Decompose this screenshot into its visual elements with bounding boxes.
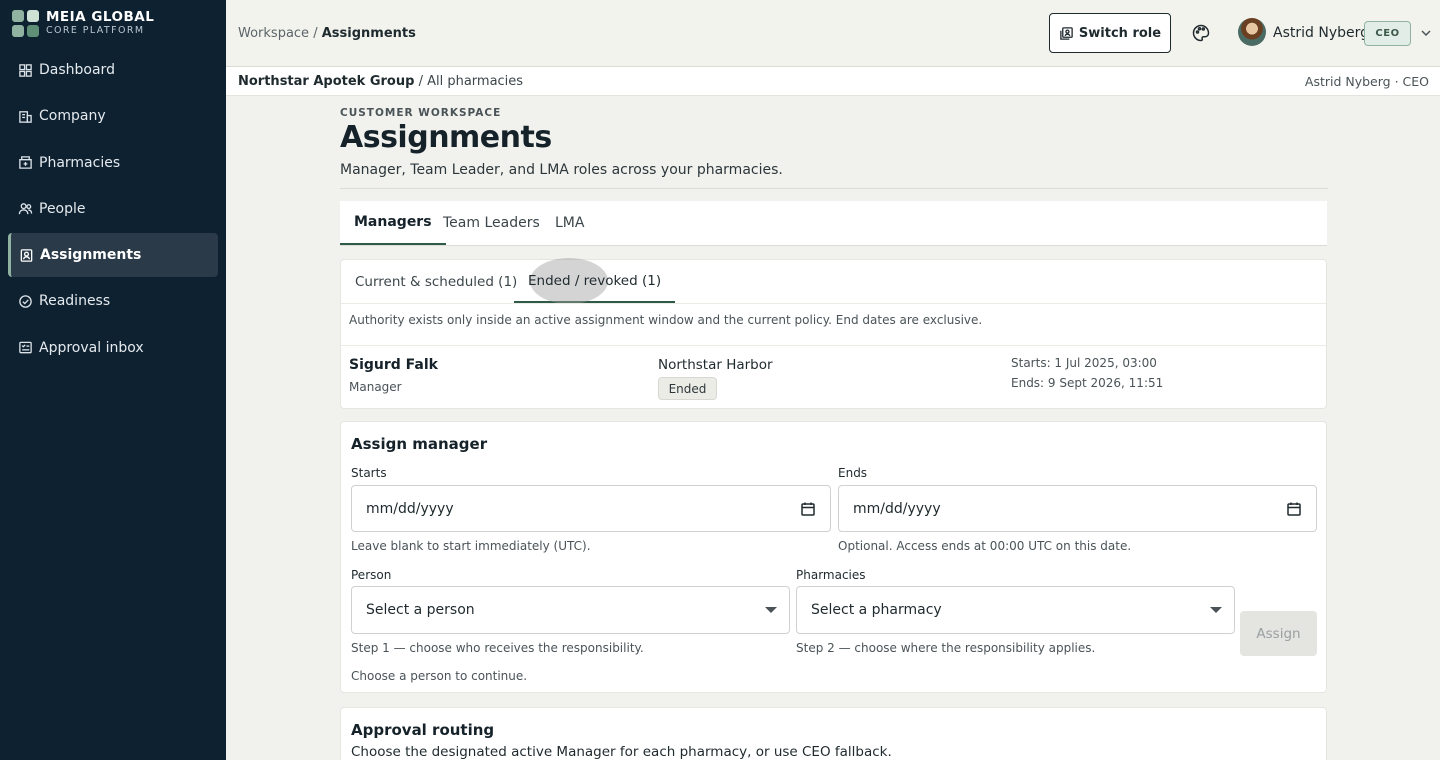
chevron-down-icon[interactable] (1419, 26, 1433, 40)
sidebar-item-assignments[interactable]: Assignments (8, 233, 218, 278)
starts-date-value: mm/dd/yyyy (366, 500, 454, 517)
approval-routing-card: Approval routing Choose the designated a… (340, 707, 1327, 760)
assign-manager-card: Assign manager Starts mm/dd/yyyy Leave b… (340, 421, 1327, 693)
badge-icon (19, 248, 34, 263)
sidebar-item-pharmacies[interactable]: Pharmacies (8, 141, 218, 185)
avatar[interactable] (1238, 18, 1266, 46)
form-status-hint: Choose a person to continue. (351, 669, 528, 683)
page-eyebrow: CUSTOMER WORKSPACE (340, 107, 502, 119)
pharmacies-label: Pharmacies (796, 568, 866, 582)
sidebar-item-label: Readiness (39, 293, 111, 310)
sidebar-item-company[interactable]: Company (8, 94, 218, 138)
brand-name: MEIA GLOBAL (46, 9, 155, 25)
sidebar-item-label: Approval inbox (39, 339, 144, 356)
assign-button[interactable]: Assign (1240, 611, 1317, 656)
role-badge: CEO (1364, 21, 1411, 46)
person-select-value: Select a person (366, 602, 475, 618)
pharmacies-hint: Step 2 — choose where the responsibility… (796, 641, 1096, 655)
sidebar-item-label: Dashboard (39, 62, 115, 78)
context-user: Astrid Nyberg · CEO (1304, 74, 1429, 89)
assignee-name[interactable]: Sigurd Falk (349, 357, 438, 373)
subtab-ended-revoked[interactable]: Ended / revoked (1) (514, 258, 676, 304)
pharmacy-select[interactable]: Select a pharmacy (796, 586, 1235, 634)
assignment-pharmacy: Northstar Harbor (658, 357, 773, 373)
ends-date-input[interactable]: mm/dd/yyyy (838, 485, 1317, 532)
brand-tagline: CORE PLATFORM (46, 25, 145, 36)
assign-manager-title: Assign manager (351, 435, 488, 453)
switch-role-icon (1060, 26, 1073, 40)
person-hint: Step 1 — choose who receives the respons… (351, 641, 644, 655)
status-badge: Ended (658, 377, 717, 400)
brand[interactable]: MEIA GLOBAL CORE PLATFORM (12, 10, 154, 37)
divider (341, 345, 1326, 346)
palette-icon[interactable] (1191, 23, 1211, 43)
user-name[interactable]: Astrid Nyberg (1273, 25, 1369, 41)
context-scope-label: / All pharmacies (414, 74, 524, 89)
assignee-role: Manager (349, 380, 402, 394)
sidebar-item-approval-inbox[interactable]: Approval inbox (8, 326, 218, 370)
tab-team-leaders[interactable]: Team Leaders (429, 201, 554, 245)
calendar-icon[interactable] (800, 501, 816, 517)
pharmacy-select-value: Select a pharmacy (811, 602, 942, 618)
pharmacy-icon (18, 155, 33, 170)
grid-icon (18, 63, 33, 78)
subtab-current-scheduled[interactable]: Current & scheduled (1) (341, 260, 531, 303)
approval-routing-title: Approval routing (351, 721, 495, 739)
breadcrumb: Workspace / Assignments (238, 26, 416, 41)
sidebar-item-label: Company (39, 108, 106, 125)
building-icon (18, 109, 33, 124)
role-tabs: Managers Team Leaders LMA (340, 201, 1327, 246)
assignments-card: Current & scheduled (1) Ended / revoked … (340, 258, 1327, 409)
sidebar-nav: Dashboard Company Pharmacies People Assi… (8, 48, 218, 372)
sidebar-item-label: People (39, 200, 86, 217)
person-select[interactable]: Select a person (351, 586, 790, 634)
sidebar-item-label: Assignments (40, 247, 142, 264)
person-label: Person (351, 568, 392, 582)
divider (341, 303, 1326, 304)
starts-label: Starts (351, 466, 387, 480)
starts-date-input[interactable]: mm/dd/yyyy (351, 485, 831, 532)
caret-down-icon (765, 607, 777, 613)
topbar: Workspace / Assignments Switch role Astr… (226, 0, 1440, 67)
sidebar-item-people[interactable]: People (8, 187, 218, 231)
approval-routing-description: Choose the designated active Manager for… (351, 744, 892, 760)
starts-hint: Leave blank to start immediately (UTC). (351, 539, 591, 553)
context-scope[interactable]: Northstar Apotek Group / All pharmacies (238, 74, 523, 89)
authority-notice: Authority exists only inside an active a… (349, 313, 983, 327)
tab-lma[interactable]: LMA (541, 201, 598, 245)
assignment-end: Ends: 9 Sept 2026, 11:51 (1011, 376, 1164, 390)
breadcrumb-separator: / (309, 26, 322, 41)
subtab-label: Current & scheduled (1) (355, 273, 518, 290)
brand-logo-icon (12, 10, 39, 37)
sidebar-item-readiness[interactable]: Readiness (8, 279, 218, 323)
people-icon (18, 201, 33, 216)
calendar-icon[interactable] (1286, 501, 1302, 517)
assignment-start: Starts: 1 Jul 2025, 03:00 (1011, 356, 1157, 370)
breadcrumb-root[interactable]: Workspace (238, 26, 309, 41)
context-bar: Northstar Apotek Group / All pharmacies … (226, 67, 1440, 96)
page-subtitle: Manager, Team Leader, and LMA roles acro… (340, 162, 783, 178)
inbox-icon (18, 340, 33, 355)
switch-role-label: Switch role (1078, 25, 1162, 41)
sidebar-item-dashboard[interactable]: Dashboard (8, 48, 218, 92)
ends-date-value: mm/dd/yyyy (853, 500, 941, 517)
switch-role-button[interactable]: Switch role (1049, 13, 1171, 53)
breadcrumb-current: Assignments (321, 26, 416, 41)
caret-down-icon (1210, 607, 1222, 613)
subtab-label: Ended / revoked (1) (528, 272, 662, 289)
divider (340, 188, 1328, 189)
page-title: Assignments (340, 120, 552, 155)
sidebar-item-label: Pharmacies (39, 154, 121, 171)
sidebar: MEIA GLOBAL CORE PLATFORM Dashboard Comp… (0, 0, 226, 760)
ends-hint: Optional. Access ends at 00:00 UTC on th… (838, 539, 1132, 553)
check-circle-icon (18, 294, 33, 309)
ends-label: Ends (838, 466, 868, 480)
context-org: Northstar Apotek Group (238, 74, 415, 89)
